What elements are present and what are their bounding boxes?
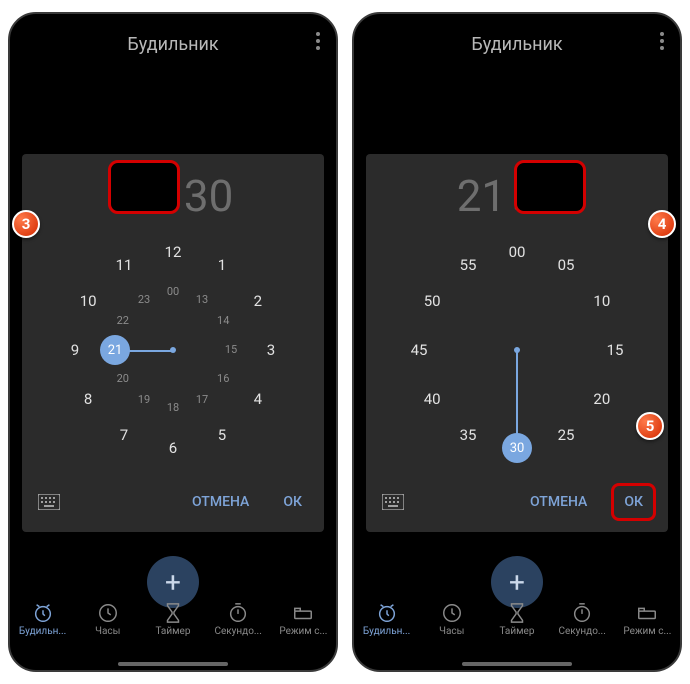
- cancel-button[interactable]: ОТМЕНА: [520, 486, 597, 518]
- clock-face-hours[interactable]: 1212345678910110013141516171819202122232…: [53, 230, 293, 470]
- minute-mark[interactable]: 45: [407, 338, 431, 362]
- hour-inner[interactable]: 00: [161, 280, 185, 304]
- minute-mark[interactable]: 05: [554, 253, 578, 277]
- tab-bedtime[interactable]: Режим с...: [617, 602, 677, 637]
- hour-outer[interactable]: 4: [246, 387, 270, 411]
- step-badge-4: 4: [648, 210, 676, 238]
- minute-mark[interactable]: 55: [456, 253, 480, 277]
- bottom-nav: Будильн... Часы Таймер Секундо... Режим с...: [10, 588, 336, 650]
- tab-alarm[interactable]: Будильн...: [357, 602, 417, 637]
- hour-inner[interactable]: 14: [211, 309, 235, 333]
- cancel-button[interactable]: ОТМЕНА: [182, 486, 259, 518]
- minutes-segment[interactable]: 30: [528, 170, 577, 222]
- time-picker: 21 : 30 12123456789101100131415161718192…: [22, 154, 324, 532]
- ok-button[interactable]: ОК: [611, 483, 656, 521]
- hour-outer[interactable]: 11: [112, 253, 136, 277]
- phone-left: Будильник 21 : 30 1212345678910110013141…: [8, 12, 338, 672]
- hour-inner[interactable]: 17: [190, 388, 214, 412]
- minute-mark[interactable]: 20: [590, 387, 614, 411]
- phone-right: Будильник 21 : 30 0005101520253035404550…: [352, 12, 682, 672]
- keyboard-icon[interactable]: [382, 494, 404, 510]
- tab-bedtime[interactable]: Режим с...: [273, 602, 333, 637]
- overflow-menu-icon[interactable]: [316, 32, 320, 50]
- nav-handle: [118, 662, 228, 666]
- step-badge-5: 5: [636, 412, 664, 440]
- hour-outer[interactable]: 6: [161, 436, 185, 460]
- tab-stopwatch[interactable]: Секундо...: [552, 602, 612, 637]
- tab-label: Часы: [439, 626, 464, 637]
- hour-inner[interactable]: 20: [111, 367, 135, 391]
- keyboard-icon[interactable]: [38, 494, 60, 510]
- tab-stopwatch[interactable]: Секундо...: [208, 602, 268, 637]
- hour-outer[interactable]: 9: [63, 338, 87, 362]
- time-display: 21 : 30: [378, 170, 656, 222]
- minute-mark[interactable]: 35: [456, 423, 480, 447]
- tab-label: Таймер: [499, 626, 534, 637]
- hour-outer[interactable]: 1: [210, 253, 234, 277]
- hours-segment[interactable]: 21: [113, 170, 162, 222]
- picker-actions: ОТМЕНА ОК: [378, 482, 656, 522]
- hour-outer[interactable]: 3: [259, 338, 283, 362]
- tab-label: Таймер: [155, 626, 190, 637]
- tab-clock[interactable]: Часы: [422, 602, 482, 637]
- time-colon: :: [512, 173, 522, 220]
- tab-alarm[interactable]: Будильн...: [13, 602, 73, 637]
- screen-title: Будильник: [127, 34, 218, 55]
- hour-outer[interactable]: 12: [161, 240, 185, 264]
- nav-handle: [462, 662, 572, 666]
- time-display: 21 : 30: [34, 170, 312, 222]
- hour-outer[interactable]: 5: [210, 423, 234, 447]
- step-badge-3: 3: [12, 210, 40, 238]
- hour-inner[interactable]: 22: [111, 309, 135, 333]
- minute-mark[interactable]: 10: [590, 289, 614, 313]
- tab-label: Режим с...: [623, 626, 671, 637]
- minute-mark[interactable]: 50: [420, 289, 444, 313]
- app-bar: Будильник: [10, 14, 336, 74]
- overflow-menu-icon[interactable]: [660, 32, 664, 50]
- hours-segment[interactable]: 21: [457, 170, 506, 222]
- hour-outer[interactable]: 2: [246, 289, 270, 313]
- time-colon: :: [168, 173, 178, 220]
- tab-clock[interactable]: Часы: [78, 602, 138, 637]
- bottom-nav: Будильн... Часы Таймер Секундо... Режим с...: [354, 588, 680, 650]
- tab-label: Будильн...: [19, 626, 66, 637]
- hour-inner[interactable]: 19: [132, 388, 156, 412]
- ok-button[interactable]: ОК: [273, 486, 312, 518]
- clock-selection-knob[interactable]: 30: [502, 433, 532, 463]
- clock-selection-knob[interactable]: 21: [100, 335, 130, 365]
- tab-label: Секундо...: [214, 626, 261, 637]
- hour-inner[interactable]: 16: [211, 367, 235, 391]
- minute-mark[interactable]: 00: [505, 240, 529, 264]
- tab-label: Режим с...: [279, 626, 327, 637]
- screen-title: Будильник: [471, 34, 562, 55]
- minute-mark[interactable]: 40: [420, 387, 444, 411]
- time-picker: 21 : 30 00 05 10 15 20 25 30 35 40 45 50 55 30 ОТМЕН…: [366, 154, 668, 532]
- clock-face-minutes[interactable]: 00051015202530354045505530: [397, 230, 637, 470]
- tab-timer[interactable]: Таймер: [143, 602, 203, 637]
- hour-inner[interactable]: 18: [161, 396, 185, 420]
- minute-mark[interactable]: 15: [603, 338, 627, 362]
- hour-outer[interactable]: 10: [76, 289, 100, 313]
- hour-inner[interactable]: 23: [132, 288, 156, 312]
- hour-outer[interactable]: 8: [76, 387, 100, 411]
- app-bar: Будильник: [354, 14, 680, 74]
- tab-label: Часы: [95, 626, 120, 637]
- tab-label: Будильн...: [363, 626, 410, 637]
- picker-actions: ОТМЕНА ОК: [34, 482, 312, 522]
- minutes-segment[interactable]: 30: [184, 170, 233, 222]
- hour-inner[interactable]: 15: [219, 338, 243, 362]
- tab-label: Секундо...: [558, 626, 605, 637]
- hour-outer[interactable]: 7: [112, 423, 136, 447]
- minute-mark[interactable]: 25: [554, 423, 578, 447]
- tab-timer[interactable]: Таймер: [487, 602, 547, 637]
